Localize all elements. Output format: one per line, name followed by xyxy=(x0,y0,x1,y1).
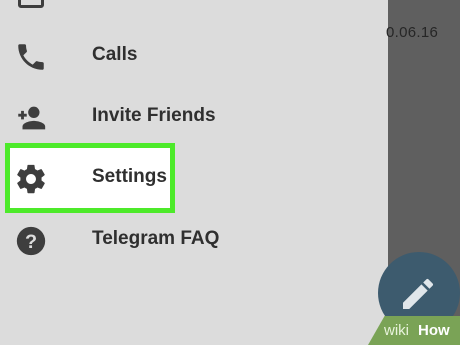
chat-date-text: 0.06.16 xyxy=(386,24,439,41)
menu-item-calls[interactable]: Calls xyxy=(0,28,388,84)
watermark-how-text: How xyxy=(418,322,450,339)
menu-item-settings[interactable]: Settings xyxy=(0,150,388,206)
menu-item-label: Invite Friends xyxy=(92,105,216,126)
phone-icon xyxy=(14,40,48,74)
add-person-icon xyxy=(14,101,48,135)
contacts-icon[interactable] xyxy=(18,0,44,8)
menu-item-telegram-faq[interactable]: ? Telegram FAQ xyxy=(0,212,388,268)
menu-item-invite-friends[interactable]: Invite Friends xyxy=(0,89,388,145)
gear-icon xyxy=(14,162,48,196)
menu-item-label: Telegram FAQ xyxy=(92,228,220,249)
pencil-icon xyxy=(403,278,433,309)
menu-item-label: Settings xyxy=(92,166,167,187)
svg-text:?: ? xyxy=(25,231,37,253)
navigation-drawer: Calls Invite Friends Settings ? Telegram… xyxy=(0,0,388,345)
help-icon: ? xyxy=(14,224,48,258)
menu-item-label: Calls xyxy=(92,44,138,65)
watermark-wiki-text: wiki xyxy=(384,322,409,339)
